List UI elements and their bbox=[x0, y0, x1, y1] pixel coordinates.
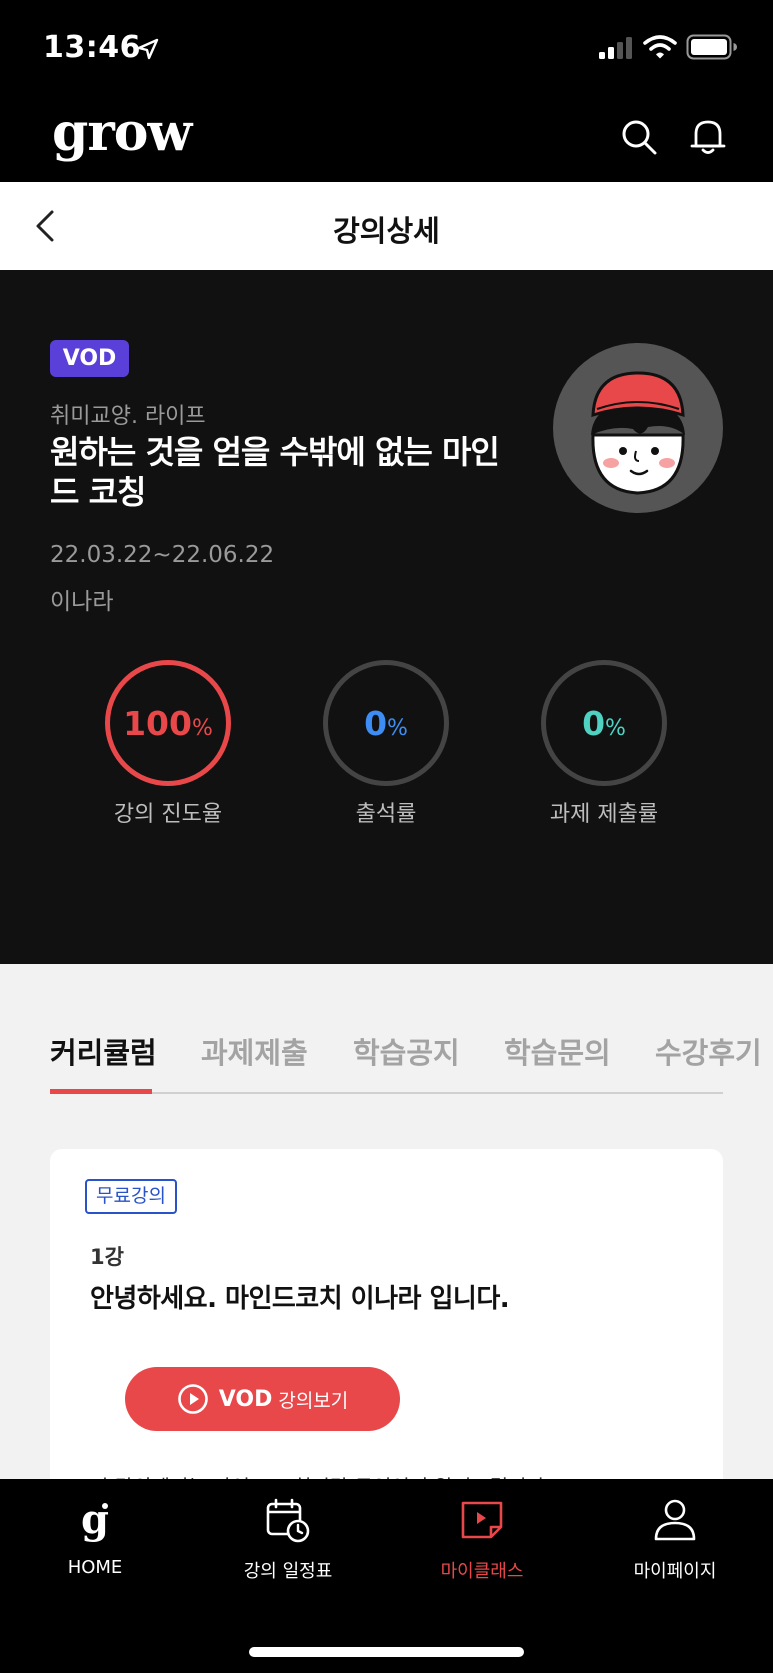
free-lecture-badge: 무료강의 bbox=[85, 1179, 177, 1214]
stat-ring: 0% bbox=[323, 660, 449, 786]
app-header: grow bbox=[0, 96, 773, 182]
home-indicator[interactable] bbox=[249, 1647, 524, 1657]
tab-notice[interactable]: 학습공지 bbox=[353, 1030, 460, 1072]
nav-schedule[interactable]: 강의 일정표 bbox=[193, 1497, 383, 1583]
vod-button-strong: VOD bbox=[218, 1386, 273, 1412]
nav-label: 마이페이지 bbox=[633, 1561, 717, 1582]
tab-curriculum[interactable]: 커리큘럼 bbox=[50, 1030, 157, 1072]
vod-watch-button[interactable]: VOD 강의보기 bbox=[125, 1367, 400, 1431]
vod-badge: VOD bbox=[50, 340, 129, 377]
play-screen-icon bbox=[461, 1501, 503, 1539]
lesson-card: 무료강의 1강 안녕하세요. 마인드코치 이나라 입니다. VOD 강의보기 이… bbox=[50, 1149, 723, 1479]
status-time: 13:46 bbox=[43, 30, 141, 65]
stat-attendance: 0% 출석률 bbox=[286, 660, 486, 828]
stat-label: 과제 제출률 bbox=[549, 802, 659, 827]
tab-inquiry[interactable]: 학습문의 bbox=[504, 1030, 611, 1072]
lesson-title: 안녕하세요. 마인드코치 이나라 입니다. bbox=[90, 1284, 510, 1314]
nav-label: HOME bbox=[67, 1557, 123, 1578]
stat-label: 강의 진도율 bbox=[113, 802, 223, 827]
nav-home[interactable]: g HOME bbox=[0, 1497, 190, 1578]
bell-icon[interactable] bbox=[690, 116, 726, 156]
nav-label: 강의 일정표 bbox=[243, 1561, 333, 1582]
stat-value: 0% bbox=[364, 703, 408, 743]
lesson-description: 이 강의에서는 마인드 코칭이란 무엇인지 알려드립니다. bbox=[90, 1471, 551, 1479]
tab-active-indicator bbox=[50, 1089, 152, 1094]
course-period: 22.03.22~22.06.22 bbox=[50, 542, 275, 568]
course-category: 취미교양. 라이프 bbox=[50, 404, 206, 429]
nav-myclass[interactable]: 마이클래스 bbox=[387, 1497, 577, 1583]
cellular-signal-icon bbox=[599, 37, 632, 59]
play-circle-icon bbox=[177, 1384, 208, 1414]
teacher-avatar bbox=[553, 343, 723, 513]
stat-value: 0% bbox=[582, 703, 626, 743]
tab-bar: 커리큘럼 과제제출 학습공지 학습문의 수강후기 bbox=[50, 1030, 762, 1094]
grow-logo[interactable]: grow bbox=[52, 102, 192, 163]
cartoon-face-icon bbox=[591, 371, 685, 495]
stat-label: 출석률 bbox=[355, 802, 417, 827]
status-bar: 13:46 bbox=[0, 0, 773, 96]
vod-button-label: 강의보기 bbox=[278, 1389, 349, 1412]
stat-value: 100% bbox=[123, 703, 213, 743]
course-content: 커리큘럼 과제제출 학습공지 학습문의 수강후기 무료강의 1강 안녕하세요. … bbox=[0, 964, 773, 1479]
page-title: 강의상세 bbox=[333, 214, 440, 248]
bottom-nav: g HOME 강의 일정표 마이클래스 마이페이지 bbox=[0, 1479, 773, 1673]
stat-assignment-rate: 0% 과제 제출률 bbox=[504, 660, 704, 828]
location-arrow-icon bbox=[137, 38, 159, 60]
title-bar: 강의상세 bbox=[0, 182, 773, 270]
stat-ring: 100% bbox=[105, 660, 231, 786]
search-icon[interactable] bbox=[620, 118, 658, 156]
lesson-number: 1강 bbox=[90, 1245, 124, 1269]
tab-assignment[interactable]: 과제제출 bbox=[201, 1030, 308, 1072]
calendar-clock-icon bbox=[266, 1498, 310, 1543]
battery-icon bbox=[686, 34, 737, 60]
stat-ring: 0% bbox=[541, 660, 667, 786]
tab-review[interactable]: 수강후기 bbox=[655, 1030, 762, 1072]
course-teacher: 이나라 bbox=[50, 589, 114, 615]
stat-lecture-progress: 100% 강의 진도율 bbox=[68, 660, 268, 828]
nav-mypage[interactable]: 마이페이지 bbox=[580, 1497, 770, 1583]
home-g-icon: g bbox=[81, 1497, 109, 1543]
person-icon bbox=[654, 1499, 696, 1541]
wifi-icon bbox=[643, 35, 677, 59]
course-title: 원하는 것을 얻을 수밖에 없는 마인드 코칭 bbox=[50, 433, 500, 511]
nav-label: 마이클래스 bbox=[440, 1561, 524, 1582]
course-hero: VOD 취미교양. 라이프 원하는 것을 얻을 수밖에 없는 마인드 코칭 22… bbox=[0, 270, 773, 964]
